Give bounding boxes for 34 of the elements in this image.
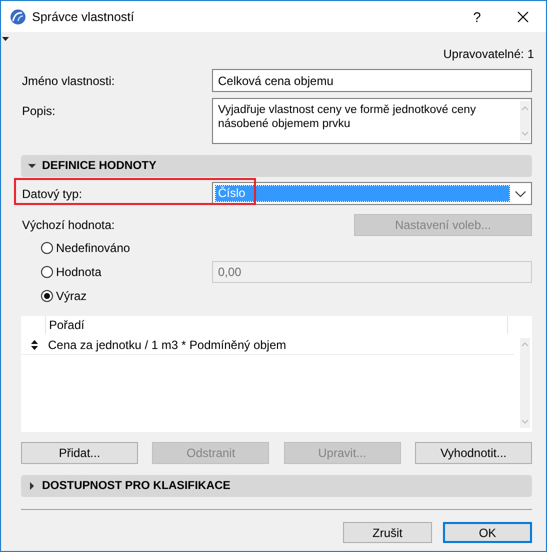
description-text: Vyjadřuje vlastnost ceny ve formě jednotkové ceny násobené objemem prvku [218,103,477,131]
chevron-down-icon [515,190,526,196]
value-field[interactable]: 0,00 [212,261,532,283]
radio-label[interactable]: Hodnota [56,265,102,279]
collapsed-triangle-icon [28,482,36,490]
caret-icon [2,37,9,41]
close-icon [517,10,529,22]
radio-button[interactable] [41,290,53,302]
radio-button[interactable] [41,266,53,278]
action-button[interactable]: Vyhodnotit... [414,442,532,464]
classification-section-header[interactable]: DOSTUPNOST PRO KLASIFIKACE [21,475,532,497]
field-label: Datový typ: [21,186,84,200]
help-button[interactable]: ? [454,1,500,32]
ok-button[interactable]: OK [443,522,532,543]
reorder-icon [31,340,38,350]
description-field[interactable]: Vyjadřuje vlastnost ceny ve formě jednotkové ceny násobené objemem prvku [212,98,532,144]
radio-label[interactable]: Výraz [56,289,87,303]
column-header: Pořadí [48,317,86,334]
value-section-header[interactable]: DEFINICE HODNOTY [21,155,532,177]
selected-value: Číslo [216,186,509,201]
action-button[interactable]: Přidat... [21,442,138,464]
name-field[interactable]: Celková cena objemu [212,69,532,92]
cancel-button[interactable]: Zrušit [343,522,432,543]
app-logo-icon [10,8,26,24]
radio-label[interactable]: Nedefinováno [56,241,130,255]
expanded-triangle-icon [28,162,36,170]
editable-count: Upravovatelné: 1 [443,47,534,61]
field-label: Výchozí hodnota: [21,218,116,232]
radio-button[interactable] [41,242,53,254]
field-label: Popis: [21,104,56,118]
window-title: Správce vlastností [32,10,134,24]
scrollbar-drawing [520,101,530,141]
field-label: Jméno vlastnosti: [21,74,116,88]
table-cell: Cena za jednotku / 1 m3 * Podmíněný objem [48,338,286,352]
